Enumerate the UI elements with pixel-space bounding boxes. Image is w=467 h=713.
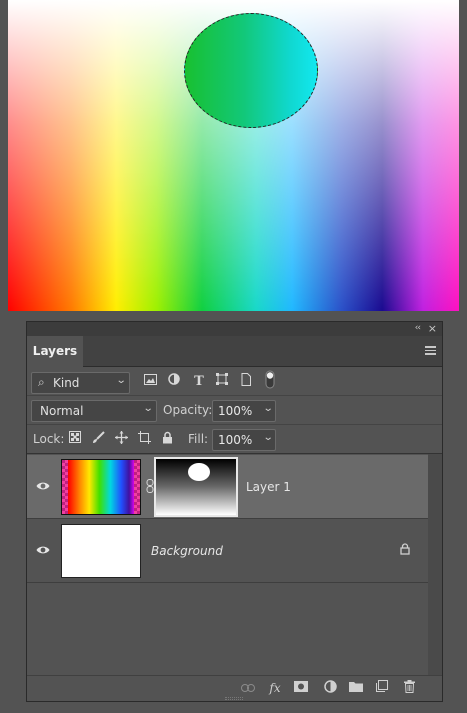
lock-image-pixels-icon[interactable] [90,431,106,449]
blend-row: Normal ⌄ Opacity: 100% ⌄ [27,396,442,425]
chevron-down-icon: ⌄ [142,403,154,414]
layers-panel: ‹‹ × Layers ⌕ Kind ⌄ T Normal ⌄ Opacity:… [26,321,443,702]
filter-row: ⌕ Kind ⌄ T [27,367,442,396]
collapse-icon[interactable]: ‹‹ [415,323,421,333]
panel-title-bar: ‹‹ × [27,322,442,336]
eye-icon[interactable] [35,543,51,559]
lock-label: Lock: [33,432,65,446]
lock-artboard-icon[interactable] [136,431,152,449]
close-icon[interactable]: × [428,322,437,335]
chain-link-icon[interactable] [146,479,154,496]
layer-name[interactable]: Background [151,544,223,558]
filter-toggle-icon[interactable] [262,370,278,389]
fill-field[interactable]: 100% ⌄ [212,429,276,451]
adjustment-layer-icon[interactable] [322,680,338,696]
lock-position-icon[interactable] [113,431,129,449]
fill-label: Fill: [188,432,209,446]
adjustment-filter-icon[interactable] [166,373,182,391]
opacity-field[interactable]: 100% ⌄ [212,400,276,422]
kind-filter-label: Kind [53,376,80,390]
ellipse-selection [184,13,318,128]
panel-tab-row: Layers [27,336,442,367]
blend-mode-value: Normal [40,404,84,418]
new-layer-icon[interactable] [374,680,390,696]
opacity-label: Opacity: [163,403,213,417]
new-group-icon[interactable] [348,680,364,696]
kind-filter-select[interactable]: ⌕ Kind ⌄ [31,372,130,394]
blend-mode-select[interactable]: Normal ⌄ [31,400,157,422]
lock-transparent-pixels-icon[interactable] [67,431,83,449]
layer-thumbnail [61,459,141,515]
opacity-value: 100% [218,404,253,418]
image-filter-icon[interactable] [142,373,158,391]
layer-thumbnail [61,524,141,578]
layer-mask-thumbnail[interactable] [154,457,238,517]
lock-icon [400,543,410,558]
layer-name[interactable]: Layer 1 [246,480,291,494]
lock-row: Lock: Fill: 100% ⌄ [27,425,442,454]
chevron-down-icon: ⌄ [262,403,274,414]
chevron-down-icon: ⌄ [115,375,127,386]
link-layers-icon[interactable] [240,680,256,696]
resize-grip[interactable] [225,697,243,700]
smart-object-filter-icon[interactable] [238,373,254,391]
type-filter-icon[interactable]: T [191,373,207,391]
delete-layer-icon[interactable] [401,680,417,696]
panel-menu-icon[interactable] [425,346,436,355]
eye-icon[interactable] [35,479,51,495]
chevron-down-icon: ⌄ [262,432,274,443]
panel-footer: fx [27,675,442,701]
document-canvas[interactable] [8,0,459,311]
tab-layers[interactable]: Layers [27,336,83,367]
fx-icon[interactable]: fx [267,680,283,696]
add-mask-icon[interactable] [293,680,309,696]
mask-ellipse [188,463,210,481]
shape-filter-icon[interactable] [214,373,230,391]
layer-row-layer-1[interactable]: Layer 1 [27,455,428,519]
fill-value: 100% [218,433,253,447]
layers-scrollbar[interactable] [428,454,442,676]
lock-all-icon[interactable] [159,431,175,449]
search-icon: ⌕ [38,375,45,389]
layer-row-background[interactable]: Background [27,519,428,583]
